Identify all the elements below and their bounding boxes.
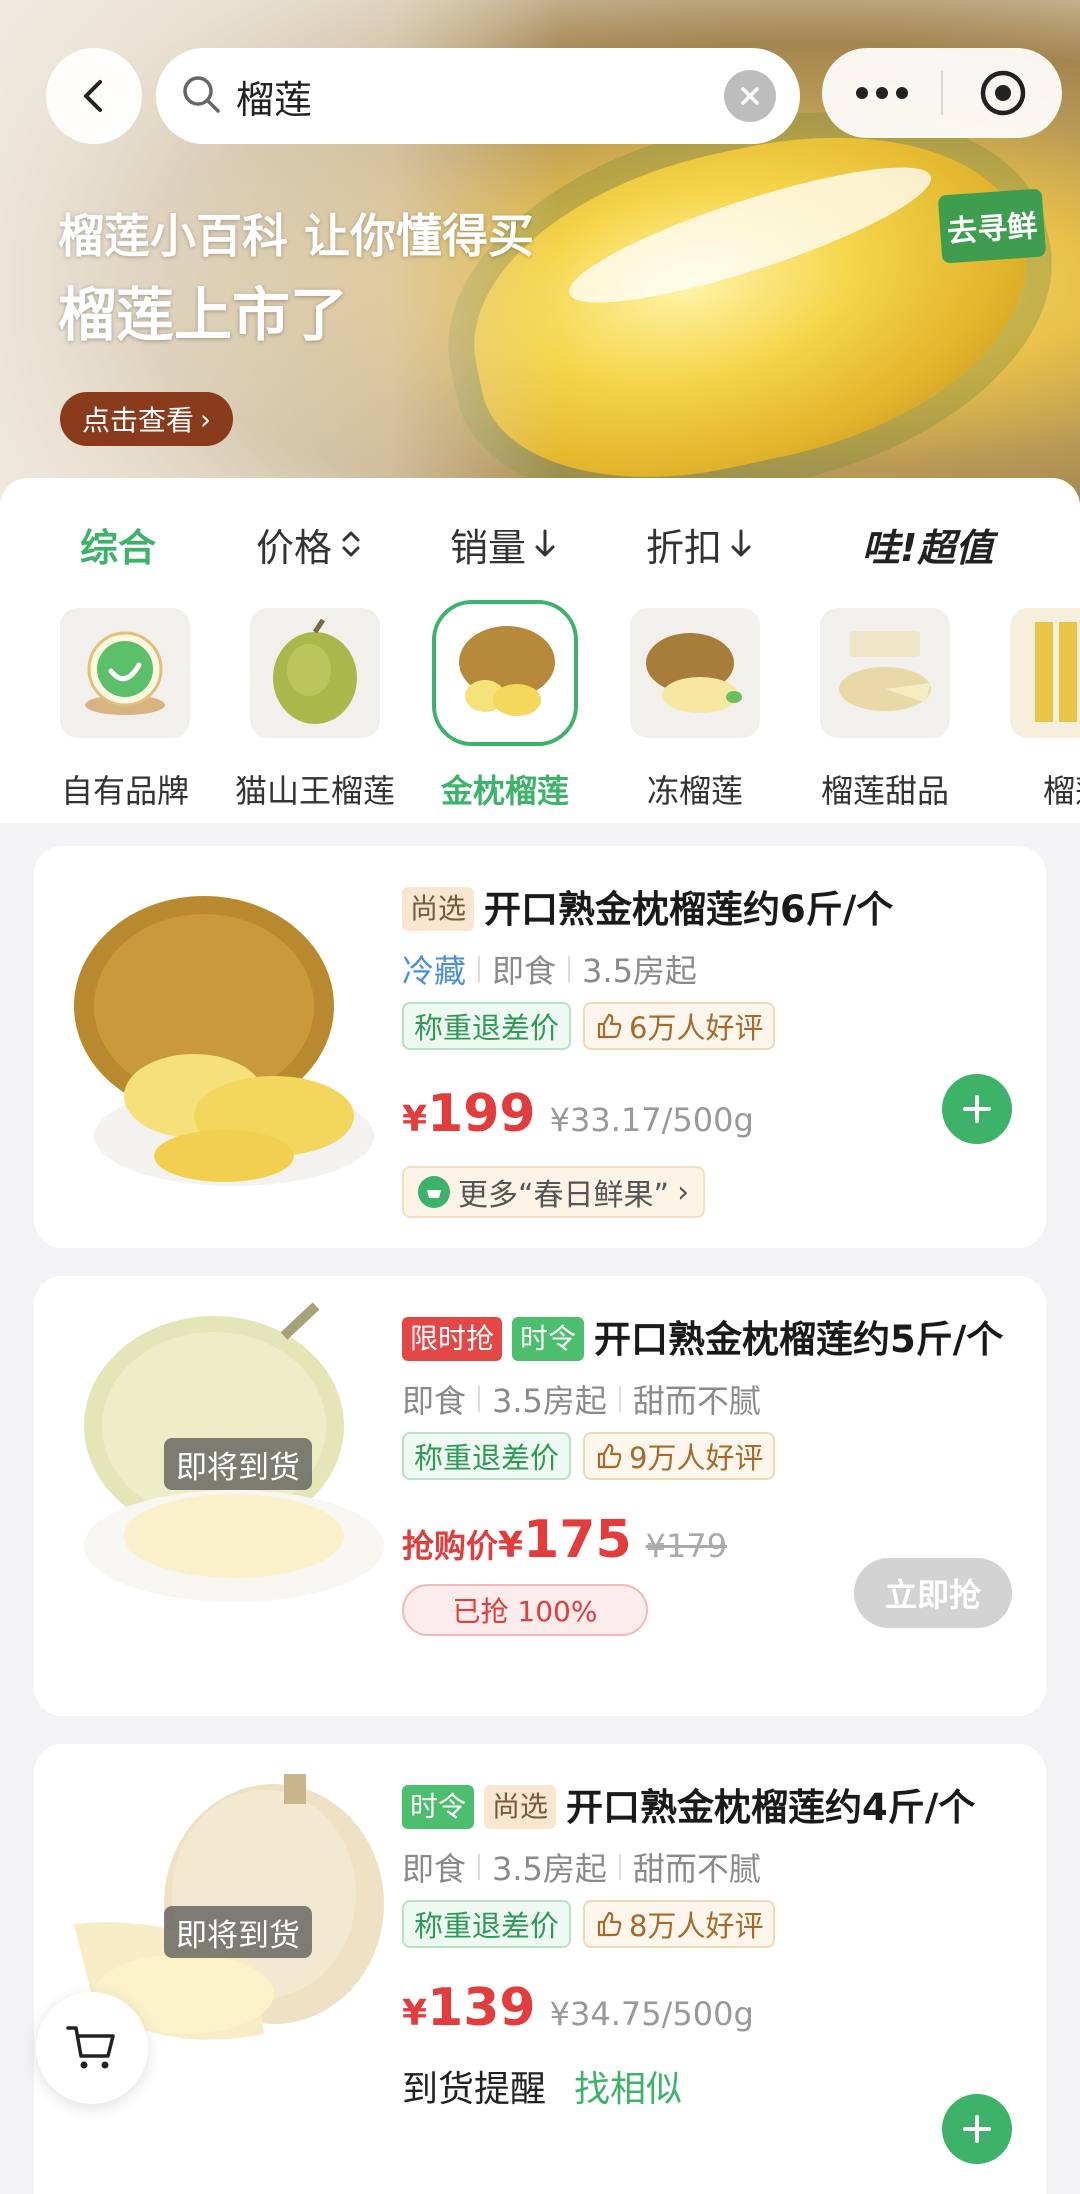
banner-subtitle: 榴莲小百科 让你懂得买: [58, 209, 535, 263]
price: 175: [523, 1510, 632, 1570]
product-title[interactable]: 限时抢 时令 开口熟金枕榴莲约5斤/个: [402, 1310, 1022, 1370]
close-miniprogram-button[interactable]: [943, 48, 1062, 138]
own-brand-logo-image: [60, 608, 190, 738]
category-row: 自有品牌 猫山王榴莲 金枕榴莲 冻榴莲 榴莲甜品 榴: [0, 596, 1080, 816]
arrow-down-icon: [535, 529, 555, 557]
thumbs-up-icon: [597, 1013, 622, 1039]
thumbs-up-icon: [597, 1443, 622, 1469]
basket-icon: [418, 1176, 450, 1208]
tag-select: 尚选: [402, 887, 475, 931]
category-own-brand[interactable]: 自有品牌: [30, 596, 220, 816]
thumbs-up-icon: [597, 1911, 622, 1937]
refund-diff-badge: 称重退差价: [402, 1900, 572, 1948]
plus-icon: [963, 2115, 991, 2143]
product-attributes: 冷藏 即食 3.5房起: [402, 952, 697, 990]
chevron-right-icon: ›: [677, 1174, 690, 1210]
sort-bar: 综合 价格 销量 折扣 哇!超值: [0, 508, 1080, 580]
refund-diff-badge: 称重退差价: [402, 1432, 572, 1480]
search-icon: [180, 73, 222, 119]
find-similar-button[interactable]: 找相似: [574, 2060, 682, 2112]
tag-seasonal: 时令: [512, 1317, 585, 1361]
chevron-right-icon: ›: [200, 402, 212, 436]
category-durian-more[interactable]: 榴莲: [980, 596, 1080, 816]
category-frozen-durian[interactable]: 冻榴莲: [600, 596, 790, 816]
grab-price-label: 抢购价: [402, 1527, 499, 1565]
cart-icon: [66, 2026, 115, 2069]
durian-image: [432, 600, 578, 746]
banner-title: 榴莲上市了: [58, 281, 349, 349]
sort-comprehensive[interactable]: 综合: [80, 508, 156, 580]
clear-search-button[interactable]: [724, 70, 776, 122]
tag-seasonal: 时令: [402, 1785, 475, 1829]
unit-price: ¥34.75/500g: [549, 1995, 754, 2033]
product-card[interactable]: 即将到货 时令 尚选 开口熟金枕榴莲约4斤/个 即食 3.5房起 甜而不腻 称重退差…: [34, 1744, 1046, 2194]
cart-button[interactable]: [36, 1992, 148, 2104]
product-image: 即将到货: [54, 1296, 394, 1636]
close-icon: [741, 87, 759, 105]
add-to-cart-button[interactable]: [942, 2094, 1012, 2164]
miniprogram-capsule: [822, 48, 1062, 138]
banner-cta-button[interactable]: 点击查看 ›: [60, 392, 234, 446]
durian-image: [250, 608, 380, 738]
coming-soon-overlay: 即将到货: [164, 1906, 312, 1958]
arrival-reminder-button[interactable]: 到货提醒: [402, 2060, 546, 2112]
product-attributes: 即食 3.5房起 甜而不腻: [402, 1382, 761, 1420]
frozen-durian-image: [630, 608, 760, 738]
category-musang-king[interactable]: 猫山王榴莲: [220, 596, 410, 816]
price: 199: [427, 1084, 536, 1144]
sort-super-value[interactable]: 哇!超值: [862, 508, 993, 580]
sort-updown-icon: [342, 531, 360, 557]
reviews-badge: 9万人好评: [583, 1432, 776, 1480]
sort-sales[interactable]: 销量: [450, 508, 556, 580]
back-button[interactable]: [46, 48, 142, 144]
category-durian-dessert[interactable]: 榴莲甜品: [790, 596, 980, 816]
more-spring-fruit-link[interactable]: 更多“春日鲜果” ›: [402, 1166, 706, 1218]
product-image: [54, 866, 394, 1206]
reviews-badge: 8万人好评: [583, 1900, 776, 1948]
refund-diff-badge: 称重退差价: [402, 1002, 572, 1050]
tag-select: 尚选: [484, 1785, 557, 1829]
product-attributes: 即食 3.5房起 甜而不腻: [402, 1850, 761, 1888]
filter-panel: 综合 价格 销量 折扣 哇!超值 自有品牌 猫山王榴莲 金枕榴莲 冻榴莲 榴莲甜…: [0, 478, 1080, 823]
price-row: ¥ 199 ¥33.17/500g: [402, 1084, 754, 1144]
tag-flash-sale: 限时抢: [402, 1317, 503, 1361]
price-row: ¥ 139 ¥34.75/500g: [402, 1978, 754, 2038]
product-card[interactable]: 尚选 开口熟金枕榴莲约6斤/个 冷藏 即食 3.5房起 称重退差价 6万人好评 ¥…: [34, 846, 1046, 1248]
more-dots-icon: [855, 87, 908, 99]
coming-soon-overlay: 即将到货: [164, 1438, 312, 1490]
product-card[interactable]: 即将到货 限时抢 时令 开口熟金枕榴莲约5斤/个 即食 3.5房起 甜而不腻 称重退…: [34, 1276, 1046, 1716]
product-title[interactable]: 尚选 开口熟金枕榴莲约6斤/个: [402, 880, 1022, 940]
sort-price[interactable]: 价格: [256, 508, 362, 580]
more-options-button[interactable]: [822, 48, 941, 138]
arrow-down-icon: [731, 529, 751, 557]
category-golden-pillow[interactable]: 金枕榴莲: [410, 596, 600, 816]
durian-snack-image: [1010, 608, 1080, 738]
product-title[interactable]: 时令 尚选 开口熟金枕榴莲约4斤/个: [402, 1778, 1022, 1838]
original-price: ¥179: [645, 1527, 728, 1565]
sort-discount[interactable]: 折扣: [646, 508, 752, 580]
search-bar[interactable]: [156, 48, 800, 144]
brand-logo: 去寻鲜: [937, 188, 1047, 264]
unit-price: ¥33.17/500g: [549, 1101, 754, 1139]
add-to-cart-button[interactable]: [942, 1074, 1012, 1144]
grab-now-button[interactable]: 立即抢: [854, 1558, 1012, 1628]
sold-progress: 已抢 100%: [402, 1584, 648, 1636]
chevron-left-icon: [84, 80, 102, 112]
target-icon: [980, 70, 1025, 116]
reviews-badge: 6万人好评: [583, 1002, 776, 1050]
durian-cake-image: [820, 608, 950, 738]
search-input[interactable]: [236, 74, 724, 118]
plus-icon: [963, 1095, 991, 1123]
price: 139: [427, 1978, 536, 2038]
